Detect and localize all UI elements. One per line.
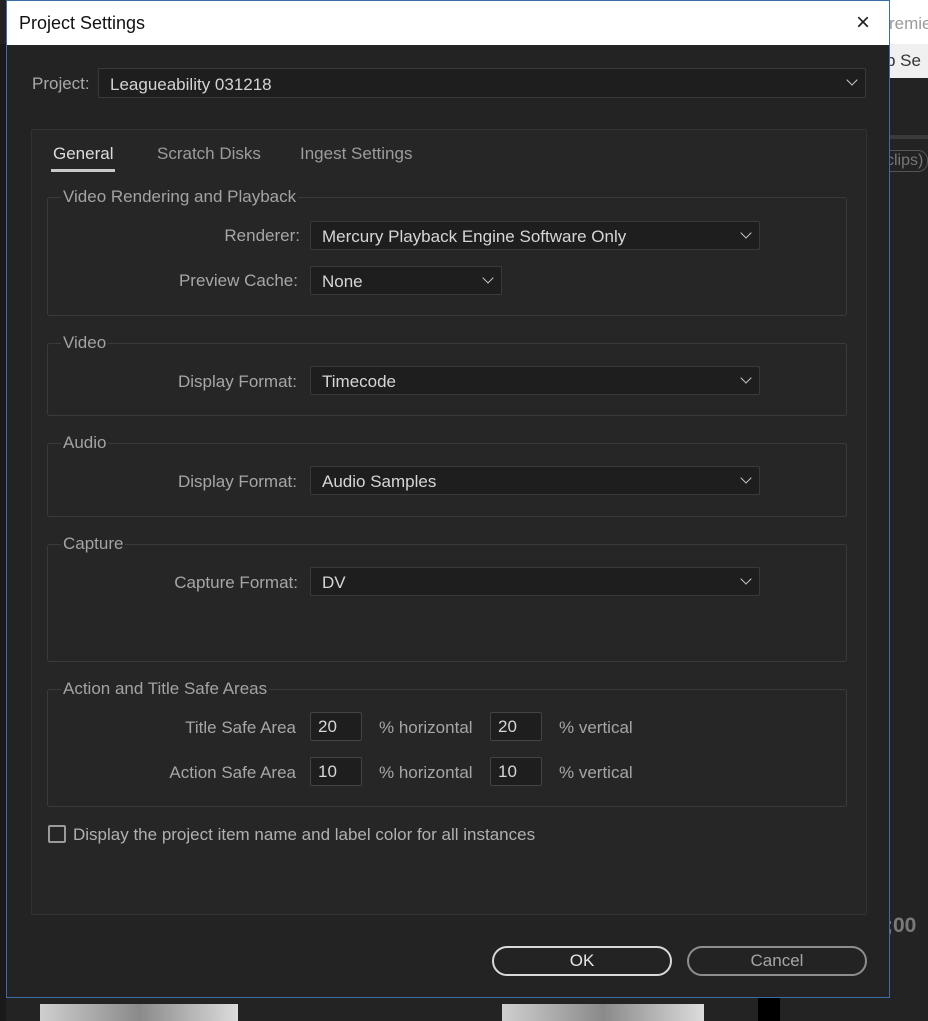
chevron-down-icon — [847, 76, 857, 86]
video-group: Video Display Format: Timecode — [47, 333, 847, 416]
vertical-unit-label: % vertical — [559, 718, 633, 737]
title-safe-label: Title Safe Area — [185, 718, 296, 737]
video-rendering-group: Video Rendering and Playback Renderer: M… — [47, 187, 847, 316]
horizontal-unit-label: % horizontal — [379, 718, 473, 737]
project-settings-dialog: Project Settings × Project: Leagueabilit… — [6, 0, 890, 998]
tab-general[interactable]: General — [51, 144, 116, 172]
settings-panel: General Scratch Disks Ingest Settings Vi… — [31, 129, 867, 915]
cancel-button[interactable]: Cancel — [687, 946, 867, 976]
project-label: Project: — [32, 74, 90, 93]
video-display-format-label: Display Format: — [177, 372, 297, 391]
background-thumbnail — [502, 1004, 704, 1021]
renderer-value: Mercury Playback Engine Software Only — [322, 227, 627, 246]
tab-general-label: General — [53, 144, 114, 163]
title-safe-horizontal-input[interactable]: 20 — [310, 712, 362, 741]
active-tab-indicator — [51, 169, 116, 172]
action-safe-vertical-input[interactable]: 10 — [490, 757, 542, 786]
safe-areas-group: Action and Title Safe Areas Title Safe A… — [47, 679, 847, 807]
safe-areas-title: Action and Title Safe Areas — [61, 679, 270, 699]
chevron-down-icon — [741, 229, 751, 239]
preview-cache-label: Preview Cache: — [178, 271, 298, 290]
background-menu-fragment: p Se — [886, 51, 921, 70]
background-panel-fragment: clips) — [884, 150, 928, 172]
project-dropdown[interactable]: Leagueability 031218 — [98, 68, 866, 98]
audio-title: Audio — [61, 433, 109, 453]
display-item-name-label: Display the project item name and label … — [73, 825, 536, 844]
video-display-format-value: Timecode — [322, 372, 397, 391]
video-rendering-title: Video Rendering and Playback — [61, 187, 299, 207]
close-icon[interactable]: × — [847, 7, 879, 39]
chevron-down-icon — [483, 274, 493, 284]
action-safe-horizontal-input[interactable]: 10 — [310, 757, 362, 786]
renderer-label: Renderer: — [224, 226, 300, 245]
preview-cache-value: None — [322, 272, 363, 291]
renderer-dropdown[interactable]: Mercury Playback Engine Software Only — [310, 221, 760, 250]
capture-format-value: DV — [322, 573, 346, 592]
project-dropdown-value: Leagueability 031218 — [110, 75, 272, 94]
capture-format-dropdown[interactable]: DV — [310, 567, 760, 596]
audio-group: Audio Display Format: Audio Samples — [47, 433, 847, 517]
chevron-down-icon — [741, 474, 751, 484]
vertical-unit-label: % vertical — [559, 763, 633, 782]
background-scrollbar-fragment — [758, 998, 780, 1021]
title-safe-vertical-input[interactable]: 20 — [490, 712, 542, 741]
background-thumbnail — [40, 1004, 238, 1021]
horizontal-unit-label: % horizontal — [379, 763, 473, 782]
tab-scratch-disks[interactable]: Scratch Disks — [157, 144, 261, 164]
video-title: Video — [61, 333, 109, 353]
chevron-down-icon — [741, 575, 751, 585]
capture-title: Capture — [61, 534, 126, 554]
background-timecode-fragment: ;00 — [886, 914, 917, 937]
background-title-fragment: remie — [889, 14, 928, 33]
capture-format-label: Capture Format: — [174, 573, 298, 592]
dialog-title-bar: Project Settings × — [7, 1, 889, 45]
audio-display-format-dropdown[interactable]: Audio Samples — [310, 466, 760, 495]
display-item-name-checkbox[interactable] — [48, 825, 66, 843]
preview-cache-dropdown[interactable]: None — [310, 266, 502, 295]
tab-ingest-settings[interactable]: Ingest Settings — [300, 144, 412, 164]
chevron-down-icon — [741, 374, 751, 384]
video-display-format-dropdown[interactable]: Timecode — [310, 366, 760, 395]
ok-button[interactable]: OK — [492, 946, 672, 976]
audio-display-format-label: Display Format: — [177, 472, 297, 491]
background-panel-divider — [888, 135, 928, 139]
capture-group: Capture Capture Format: DV — [47, 534, 847, 662]
audio-display-format-value: Audio Samples — [322, 472, 437, 491]
dialog-title: Project Settings — [19, 13, 146, 33]
action-safe-label: Action Safe Area — [169, 763, 296, 782]
